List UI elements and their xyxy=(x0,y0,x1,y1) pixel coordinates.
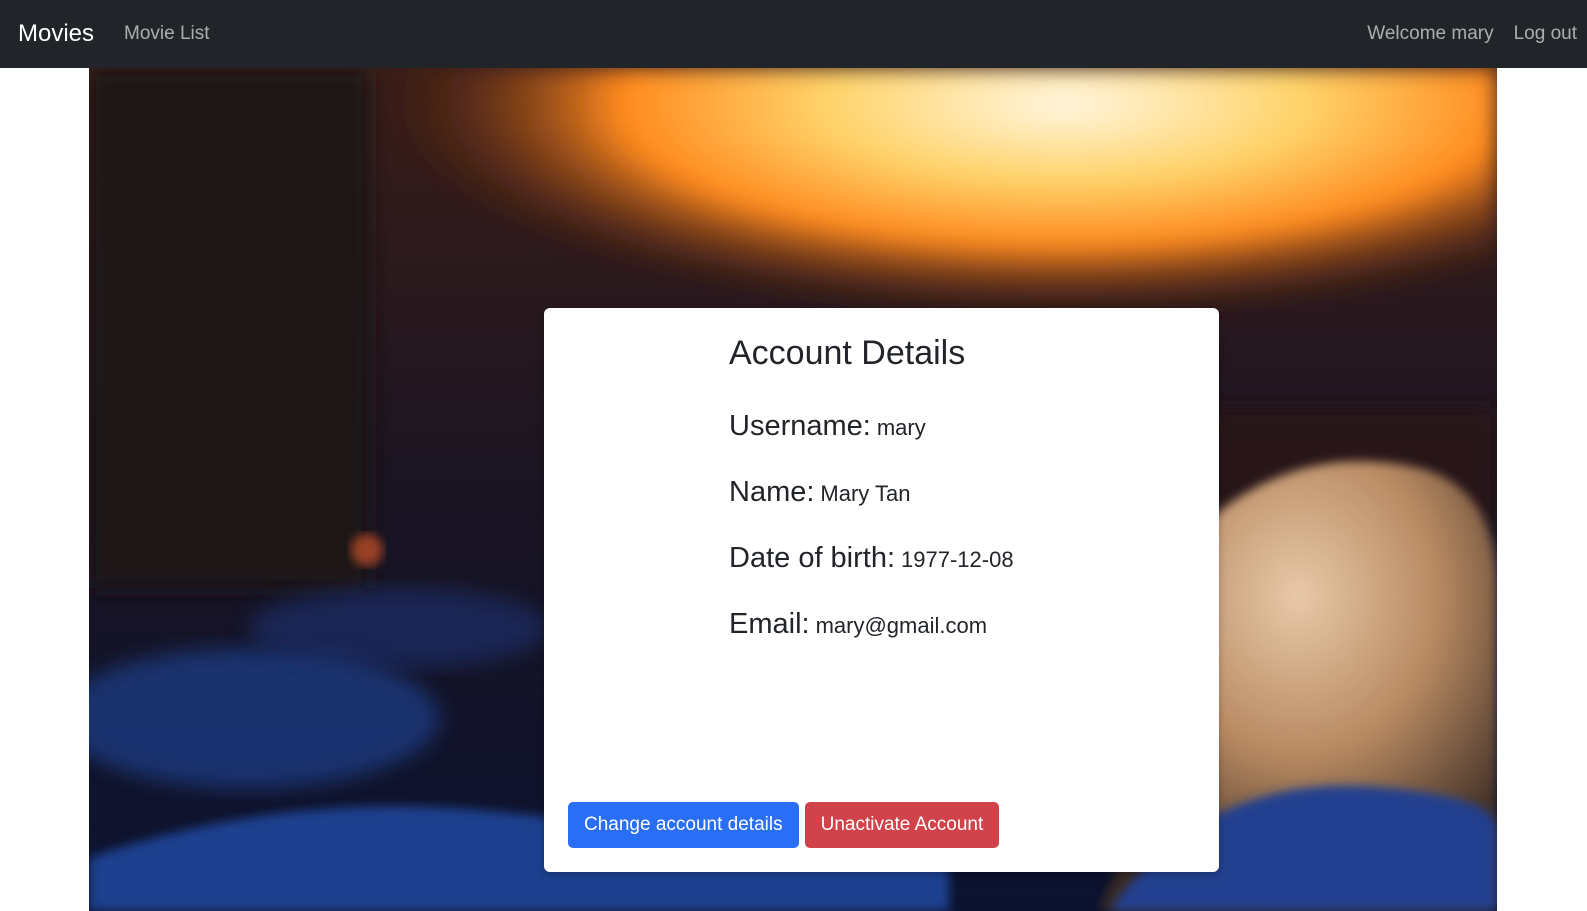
email-field: Email: mary@gmail.com xyxy=(729,607,1014,641)
dob-label: Date of birth: xyxy=(729,542,896,574)
card-title: Account Details xyxy=(729,334,966,372)
name-value: Mary Tan xyxy=(820,481,911,506)
username-label: Username: xyxy=(729,410,871,442)
dob-value: 1977-12-08 xyxy=(901,547,1014,572)
nav-link-movie-list[interactable]: Movie List xyxy=(124,23,210,45)
account-details-content: Account Details Username: mary Name: Mary … xyxy=(729,334,1014,673)
username-value: mary xyxy=(876,415,926,440)
email-label: Email: xyxy=(729,608,810,640)
welcome-link[interactable]: Welcome mary xyxy=(1367,23,1493,45)
brand-link[interactable]: Movies xyxy=(18,20,94,48)
logout-link[interactable]: Log out xyxy=(1514,23,1577,45)
name-label: Name: xyxy=(729,476,815,508)
change-account-details-button[interactable]: Change account details xyxy=(568,802,799,848)
top-navbar: Movies Movie List Welcome mary Log out xyxy=(0,0,1587,68)
card-actions: Change account details Unactivate Accoun… xyxy=(568,802,1000,848)
email-value: mary@gmail.com xyxy=(815,613,988,638)
account-details-card: Account Details Username: mary Name: Mary … xyxy=(544,308,1219,872)
dob-field: Date of birth: 1977-12-08 xyxy=(729,541,1014,575)
cinema-background-image: Account Details Username: mary Name: Mary … xyxy=(89,68,1497,911)
nav-right: Welcome mary Log out xyxy=(1367,23,1577,45)
unactivate-account-button[interactable]: Unactivate Account xyxy=(804,802,1000,848)
name-field: Name: Mary Tan xyxy=(729,475,1014,509)
username-field: Username: mary xyxy=(729,409,1014,443)
